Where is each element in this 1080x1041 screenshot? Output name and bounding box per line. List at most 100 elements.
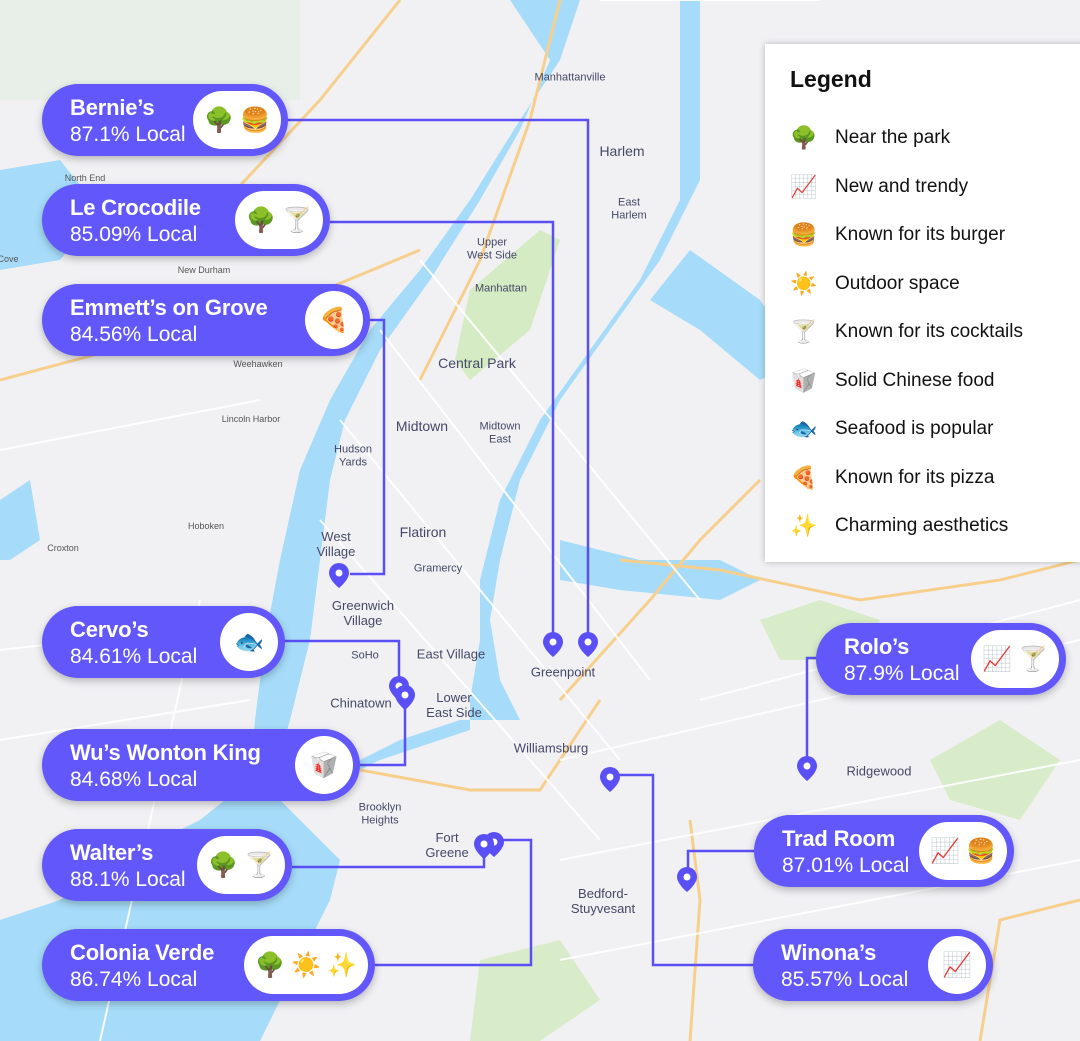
legend-item: 🥡 Solid Chinese food [790, 357, 1023, 406]
connector-trad-room [686, 849, 755, 875]
map-pin[interactable] [395, 685, 415, 710]
place-label-manhattan: Manhattan [475, 282, 527, 295]
map-pin[interactable] [578, 632, 598, 657]
place-label-upper-west-side: Upper West Side [467, 236, 517, 261]
tree-icon: 🌳 [255, 951, 286, 979]
legend-label: Near the park [835, 127, 951, 149]
restaurant-local-percent: 87.01% Local [782, 854, 910, 877]
restaurant-card-cervos[interactable]: Cervo’s 84.61% Local 🐟 [42, 606, 285, 678]
restaurant-card-winonas[interactable]: Winona’s 85.57% Local 📈 [753, 929, 993, 1001]
legend-label: Known for its pizza [835, 466, 995, 488]
place-label-greenwich-village: Greenwich Village [331, 598, 395, 628]
place-label-greenpoint: Greenpoint [530, 664, 596, 680]
legend-label: Outdoor space [835, 272, 960, 294]
map-pin[interactable] [797, 756, 817, 781]
fish-icon: 🐟 [234, 628, 264, 656]
legend-item: 🍕 Known for its pizza [790, 454, 1023, 503]
restaurant-name: Colonia Verde [70, 940, 215, 965]
pizza-icon: 🍕 [790, 464, 818, 490]
chart-trending-up-icon: 📈 [930, 837, 961, 865]
restaurant-tags: 📈 🍔 [919, 822, 1007, 880]
cocktail-icon: 🍸 [244, 851, 274, 879]
place-label-gramercy: Gramercy [413, 562, 463, 575]
legend-label: New and trendy [835, 175, 969, 197]
restaurant-name: Rolo’s [844, 634, 910, 659]
legend-title: Legend [790, 66, 872, 92]
restaurant-card-bernies[interactable]: Bernie’s 87.1% Local 🌳 🍔 [42, 84, 288, 156]
chart-trending-up-icon: 📈 [982, 645, 1013, 673]
restaurant-local-percent: 84.56% Local [70, 323, 198, 346]
chart-trending-up-icon: 📈 [942, 951, 972, 979]
place-label-flatiron: Flatiron [399, 523, 447, 540]
connector-cervos [285, 639, 401, 688]
place-label-east-harlem: East Harlem [611, 196, 647, 221]
restaurant-name: Winona’s [781, 940, 877, 965]
restaurant-name: Wu’s Wonton King [70, 740, 261, 765]
restaurant-local-percent: 85.09% Local [70, 223, 198, 246]
legend-label: Seafood is popular [835, 418, 994, 440]
place-label-brooklyn-heights: Brooklyn Heights [358, 801, 402, 826]
restaurant-name: Emmett’s on Grove [70, 295, 268, 320]
restaurant-card-le-crocodile[interactable]: Le Crocodile 85.09% Local 🌳 🍸 [42, 184, 330, 256]
burger-icon: 🍔 [790, 222, 818, 248]
legend-item: ☀️ Outdoor space [790, 260, 1023, 309]
map-pin[interactable] [329, 563, 349, 588]
chart-trending-up-icon: 📈 [790, 173, 818, 199]
restaurant-local-percent: 86.74% Local [70, 968, 198, 991]
takeout-box-icon: 🥡 [309, 751, 339, 779]
map-pin[interactable] [474, 834, 494, 859]
restaurant-tags: 🌳 🍔 [193, 91, 281, 149]
pizza-icon: 🍕 [319, 306, 349, 334]
place-label-east-village: East Village [416, 646, 486, 662]
place-label-soho: SoHo [351, 649, 379, 662]
place-label-manhattanville: Manhattanville [534, 71, 606, 84]
cocktail-icon: 🍸 [282, 206, 312, 234]
place-label-croxton: Croxton [47, 542, 79, 553]
place-label-fort-greene: Fort Greene [425, 830, 469, 860]
tree-icon: 🌳 [790, 125, 818, 151]
place-label-midtown: Midtown [395, 417, 449, 434]
place-label-midtown-east: Midtown East [479, 420, 521, 445]
map-pin[interactable] [600, 767, 620, 792]
place-label-ridgewood: Ridgewood [846, 763, 912, 779]
legend-item: 🍔 Known for its burger [790, 211, 1023, 260]
legend-item: ✨ Charming aesthetics [790, 502, 1023, 551]
sparkles-icon: ✨ [327, 951, 357, 979]
burger-icon: 🍔 [966, 837, 996, 865]
restaurant-name: Le Crocodile [70, 195, 201, 220]
sun-icon: ☀️ [790, 270, 818, 296]
cocktail-icon: 🍸 [1018, 645, 1048, 673]
map-pin[interactable] [543, 632, 563, 657]
restaurant-local-percent: 87.9% Local [844, 662, 960, 685]
legend-item: 🌳 Near the park [790, 114, 1023, 163]
place-label-hoboken: Hoboken [187, 520, 225, 531]
restaurant-card-wus-wonton-king[interactable]: Wu’s Wonton King 84.68% Local 🥡 [42, 729, 360, 801]
restaurant-card-rolos[interactable]: Rolo’s 87.9% Local 📈 🍸 [816, 623, 1066, 695]
restaurant-tags: 🐟 [220, 613, 278, 671]
place-label-weehawken: Weehawken [233, 358, 283, 369]
place-label-west-village: West Village [316, 529, 356, 559]
legend-label: Known for its cocktails [835, 321, 1023, 343]
restaurant-card-walters[interactable]: Walter’s 88.1% Local 🌳 🍸 [42, 829, 292, 901]
cocktail-icon: 🍸 [790, 319, 818, 345]
restaurant-name: Trad Room [782, 826, 896, 851]
restaurant-card-trad-room[interactable]: Trad Room 87.01% Local 📈 🍔 [754, 815, 1014, 887]
fish-icon: 🐟 [790, 416, 818, 442]
tree-icon: 🌳 [246, 206, 277, 234]
legend-label: Known for its burger [835, 224, 1006, 246]
restaurant-card-colonia-verde[interactable]: Colonia Verde 86.74% Local 🌳 ☀️ ✨ [42, 929, 375, 1001]
connector-rolos [805, 656, 820, 765]
place-label-new-durham: New Durham [177, 264, 231, 275]
legend-label: Charming aesthetics [835, 515, 1009, 537]
restaurant-card-emmetts-on-grove[interactable]: Emmett’s on Grove 84.56% Local 🍕 [42, 284, 370, 356]
restaurant-tags: 🌳 🍸 [197, 836, 285, 894]
sun-icon: ☀️ [291, 951, 322, 979]
place-label-cove: Cove [0, 253, 19, 264]
map-pin[interactable] [677, 867, 697, 892]
place-label-lincoln-harbor: Lincoln Harbor [221, 413, 281, 424]
restaurant-tags: 📈 🍸 [971, 630, 1059, 688]
restaurant-local-percent: 88.1% Local [70, 868, 186, 891]
restaurant-tags: 🥡 [295, 736, 353, 794]
sparkles-icon: ✨ [790, 513, 818, 539]
tree-icon: 🌳 [204, 106, 235, 134]
